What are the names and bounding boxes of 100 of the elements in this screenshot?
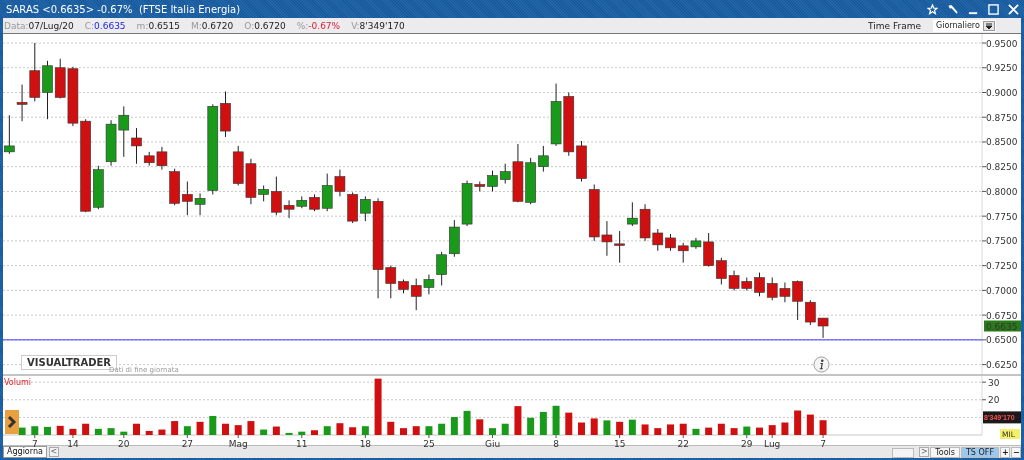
- y-tick-label: 0.9000: [986, 87, 1018, 98]
- volume-bar: [44, 426, 51, 435]
- volume-bar: [311, 430, 318, 435]
- volume-title: Volumi: [4, 378, 32, 387]
- volume-bar: [819, 420, 827, 435]
- candlestick: [232, 145, 244, 186]
- date-label: 27: [181, 439, 194, 449]
- volume-bar: [18, 427, 26, 435]
- axis-tick-label: 0.8500: [981, 137, 1018, 148]
- date-label: 14: [67, 439, 79, 449]
- date-label: 7: [31, 439, 38, 449]
- chevron-icon[interactable]: [5, 410, 19, 434]
- date-label: 29: [741, 439, 753, 449]
- field-label: %:: [296, 20, 309, 31]
- volume-bar: [450, 417, 458, 435]
- volume-bar: [489, 428, 496, 435]
- last-price-tag: 0.6635: [984, 320, 1021, 332]
- close-icon[interactable]: [1008, 3, 1019, 15]
- candlestick: [4, 114, 15, 155]
- volume-bar: [438, 423, 446, 435]
- scroll-right-button[interactable]: >: [919, 447, 930, 457]
- date-label: 15: [613, 439, 626, 449]
- volume-bar: [501, 423, 509, 435]
- volume-bar: [323, 426, 331, 435]
- candlestick: [716, 257, 727, 285]
- volume-bar: [781, 422, 789, 435]
- volume-bar: [463, 410, 471, 435]
- date-label: Giu: [484, 439, 501, 449]
- maximize-icon[interactable]: [988, 3, 999, 15]
- candlestick: [334, 169, 346, 197]
- volume-bar: [628, 419, 636, 435]
- volume-bar: [743, 426, 751, 435]
- candlestick: [93, 165, 104, 210]
- volume-bar: [374, 378, 382, 435]
- candlestick: [105, 119, 117, 167]
- volume-bar: [260, 429, 268, 435]
- window-title: SARAS <0.6635> -0.67% (FTSE Italia Energia): [6, 3, 241, 15]
- volume-bar: [692, 428, 700, 435]
- axis-tick-label: 0.7000: [981, 285, 1018, 296]
- field-label: V:: [351, 20, 360, 31]
- volume-bar: [361, 426, 369, 435]
- candlestick: [118, 105, 130, 158]
- volume-bar: [196, 421, 204, 435]
- time-frame-label: Time Frame: [868, 20, 921, 31]
- volume-bar: [183, 426, 191, 435]
- candlestick: [817, 317, 829, 339]
- volume-bar: [171, 421, 179, 435]
- axis-tick-label: 0.7750: [981, 211, 1018, 222]
- volume-bar: [476, 419, 484, 435]
- volume-bar: [133, 423, 140, 435]
- time-frame-select[interactable]: Giornaliero: [933, 19, 996, 32]
- hammer-icon[interactable]: [947, 3, 959, 15]
- volume-bar: [145, 430, 153, 435]
- axis-tick-label: 0.8000: [981, 186, 1018, 197]
- axis-tick-label: 20: [988, 395, 1000, 406]
- update-tab[interactable]: Aggiorna: [3, 446, 47, 458]
- dropdown-arrow-icon[interactable]: [983, 20, 995, 31]
- field-label: C:: [84, 20, 95, 31]
- axis-tick-label: 0.8250: [981, 162, 1018, 173]
- volume-bar: [794, 410, 802, 435]
- volume-bar: [120, 431, 128, 435]
- toolbar-button[interactable]: TS OFF: [961, 446, 999, 458]
- toolbar-button[interactable]: Tools: [930, 446, 960, 458]
- axis-tick-label: 0.9500: [981, 38, 1018, 49]
- volume-bar: [107, 428, 115, 435]
- volume-bar: [756, 427, 763, 435]
- volume-bar: [272, 426, 280, 435]
- scroll-left-button[interactable]: <: [48, 447, 59, 457]
- volume-bar: [400, 428, 407, 435]
- volume-bar: [247, 421, 255, 435]
- field-value: 07/Lug/20: [28, 20, 74, 31]
- candlestick: [614, 230, 625, 264]
- volume-bar: [94, 428, 102, 435]
- candlestick: [449, 219, 460, 258]
- field-label: Data:: [4, 20, 29, 31]
- candlestick: [805, 299, 816, 326]
- volume-bar: [234, 425, 242, 435]
- volume-bar: [565, 412, 573, 435]
- volume-bar: [82, 423, 90, 435]
- volume-bar: [806, 414, 814, 435]
- star-icon[interactable]: [927, 3, 938, 15]
- volume-bar: [285, 432, 293, 435]
- date-label: 7: [820, 439, 826, 449]
- field-label: O:: [244, 20, 255, 31]
- volume-bar: [158, 429, 166, 435]
- volume-bar: [616, 421, 624, 435]
- volume-bar: [603, 420, 611, 435]
- date-label: Mag: [228, 439, 248, 449]
- volume-bar: [552, 405, 560, 435]
- volume-bar: [679, 423, 687, 435]
- axis-tick-label: 0.6750: [981, 310, 1018, 321]
- info-icon[interactable]: [813, 356, 830, 373]
- volume-bar: [667, 424, 674, 435]
- volume-bar: [412, 426, 420, 435]
- toolbar-button[interactable]: +: [1000, 446, 1010, 458]
- volume-bar: [717, 423, 725, 435]
- candlestick: [347, 191, 358, 224]
- volume-bar: [641, 424, 649, 435]
- toolbar-button[interactable]: −: [1011, 446, 1021, 458]
- scrollbar-thumb[interactable]: [892, 448, 915, 458]
